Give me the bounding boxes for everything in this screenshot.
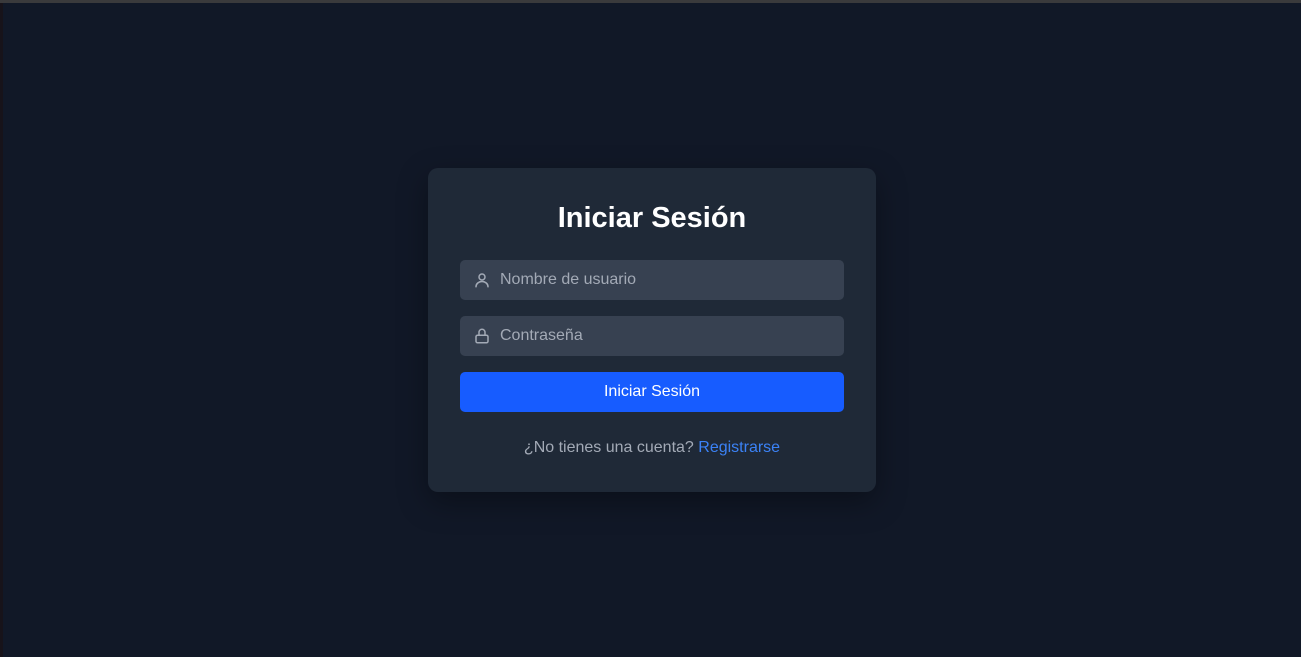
login-submit-button[interactable]: Iniciar Sesión <box>460 372 844 412</box>
register-prompt-text: ¿No tienes una cuenta? <box>523 439 694 456</box>
register-link[interactable]: Registrarse <box>698 439 780 456</box>
username-input[interactable] <box>500 260 844 300</box>
login-card: Iniciar Sesión Iniciar Sesión ¿No tienes… <box>428 168 876 492</box>
password-input[interactable] <box>500 316 844 356</box>
username-field[interactable] <box>460 260 844 300</box>
window-top-border <box>0 0 1301 3</box>
register-prompt: ¿No tienes una cuenta? Registrarse <box>460 438 844 458</box>
window-left-border <box>0 3 3 657</box>
password-field[interactable] <box>460 316 844 356</box>
lock-icon <box>473 327 491 345</box>
user-icon <box>473 271 491 289</box>
login-title: Iniciar Sesión <box>557 202 747 234</box>
